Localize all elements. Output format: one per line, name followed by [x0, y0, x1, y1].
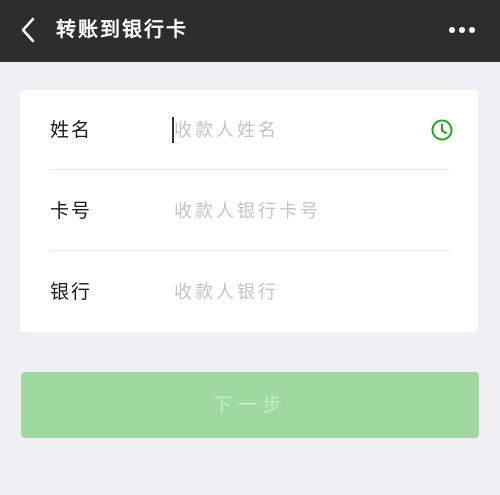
transfer-to-bank-card-page: 转账到银行卡 姓名 卡号 银行 [0, 0, 500, 495]
payee-form: 姓名 卡号 银行 [20, 90, 478, 332]
bank-label: 银行 [50, 281, 93, 303]
more-button[interactable] [442, 10, 482, 50]
name-label: 姓名 [50, 119, 93, 141]
top-navbar: 转账到银行卡 [0, 0, 500, 62]
back-button[interactable] [8, 8, 48, 52]
bank-input[interactable] [174, 276, 414, 308]
row-divider [50, 250, 450, 251]
card-number-row: 卡号 [20, 171, 478, 251]
card-number-label: 卡号 [50, 200, 93, 222]
page-title: 转账到银行卡 [56, 17, 188, 41]
name-row: 姓名 [20, 90, 478, 170]
row-divider [50, 169, 450, 170]
more-horizontal-icon [449, 27, 475, 33]
name-input[interactable] [174, 114, 414, 146]
chevron-left-icon [21, 17, 35, 43]
bank-row: 银行 [20, 252, 478, 332]
clock-icon[interactable] [430, 118, 454, 142]
next-step-button[interactable]: 下一步 [21, 372, 479, 438]
card-number-input[interactable] [174, 195, 414, 227]
